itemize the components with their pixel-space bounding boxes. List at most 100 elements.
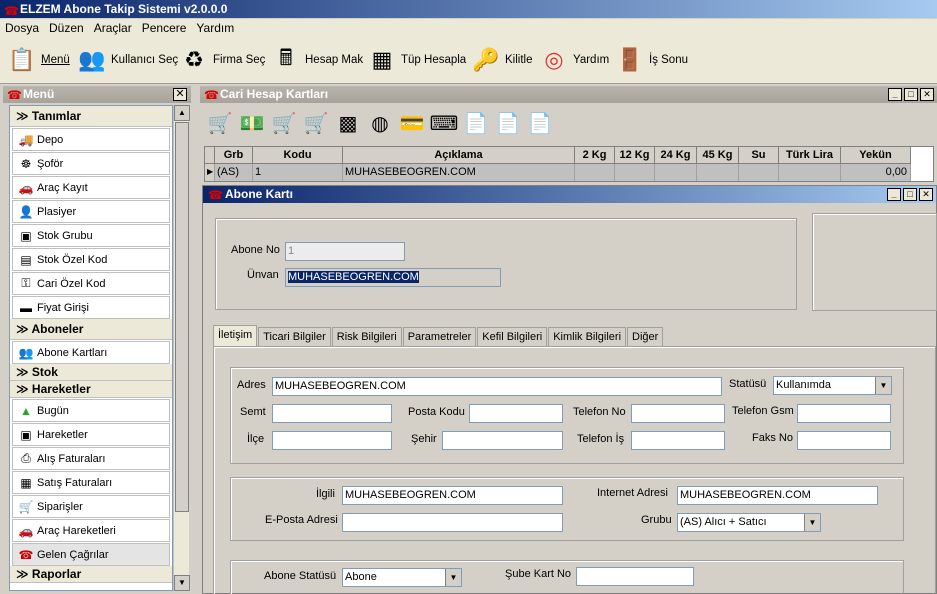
tab-kimlik-bilgileri[interactable]: Kimlik Bilgileri [548,327,627,346]
hesap-mak-button[interactable]: 🖩 Hesap Mak [270,43,363,77]
semt-field[interactable] [272,404,392,423]
document-icon[interactable]: 📄 [524,106,556,140]
column-header[interactable]: Açıklama [343,147,575,164]
menu-araclar[interactable]: Araçlar [89,19,137,37]
internet-adresi-field[interactable]: MUHASEBEOGREN.COM [677,486,878,505]
coins-icon[interactable]: ◍ [364,106,396,140]
scroll-down-arrow-icon[interactable]: ▼ [174,575,190,591]
internet-adresi-label: Internet Adresi [597,487,668,499]
sidebar-item-stok-ozel-kod[interactable]: ▤ Stok Özel Kod [12,248,170,271]
money-icon[interactable]: 💵 [236,106,268,140]
tab-diger[interactable]: Diğer [627,327,664,346]
telefon-is-field[interactable] [631,431,725,450]
sehir-field[interactable] [442,431,563,450]
ilgili-field[interactable]: MUHASEBEOGREN.COM [342,486,563,505]
column-header[interactable]: Grb [215,147,253,164]
menu-yardim[interactable]: Yardım [191,19,239,37]
credit-card-icon[interactable]: 💳 [396,106,428,140]
sidebar-item-sofor[interactable]: ☸ Şoför [12,152,170,175]
group-tanimlar[interactable]: ≫ Tanımlar [10,106,172,127]
scroll-up-arrow-icon[interactable]: ▲ [174,105,190,121]
menu-scrollbar[interactable]: ▲ ▼ [173,105,190,591]
sidebar-item-cari-ozel-kod[interactable]: ⚿ Cari Özel Kod [12,272,170,295]
abone-statusu-select[interactable]: Abone ▼ [342,568,462,587]
tab-parametreler[interactable]: Parametreler [402,327,477,346]
photo-frame[interactable] [812,213,937,311]
tab-risk-bilgileri[interactable]: Risk Bilgileri [331,327,402,346]
column-header[interactable]: Kodu [253,147,343,164]
sidebar-item-plasiyer[interactable]: 👤 Plasiyer [12,200,170,223]
scroll-thumb[interactable] [175,122,189,512]
sidebar-item-siparisler[interactable]: 🛒 Siparişler [12,495,170,518]
tab-kefil-bilgileri[interactable]: Kefil Bilgileri [477,327,548,346]
menu-button[interactable]: 📋 Menü [6,43,69,77]
group-hareketler[interactable]: ≫ Hareketler [10,381,172,398]
cash-register-icon[interactable]: ⌨ [428,106,460,140]
column-header[interactable]: 45 Kg [697,147,739,164]
column-header[interactable]: 12 Kg [615,147,655,164]
sidebar-item-arac-kayit[interactable]: 🚗 Araç Kayıt [12,176,170,199]
cart-check-icon[interactable]: 🛒 [300,106,332,140]
group-stok[interactable]: ≫ Stok [10,364,172,381]
maximize-icon[interactable]: □ [904,88,918,101]
sidebar-item-depo[interactable]: 🚚 Depo [12,128,170,151]
tab-iletisim[interactable]: İletişim [213,325,258,346]
column-header[interactable]: Yekün [841,147,911,164]
tab-ticari-bilgiler[interactable]: Ticari Bilgiler [258,327,331,346]
e-posta-field[interactable] [342,513,563,532]
stock-code-icon: ▤ [20,252,32,267]
sidebar-item-gelen-cagrilar[interactable]: ☎ Gelen Çağrılar [12,543,170,566]
sidebar-item-stok-grubu[interactable]: ▣ Stok Grubu [12,224,170,247]
sidebar-item-arac-hareketleri[interactable]: 🚗 Araç Hareketleri [12,519,170,542]
column-header[interactable]: Türk Lira [779,147,841,164]
person-key-icon: 🔑 [472,47,500,72]
sidebar-item-hareketler[interactable]: ▣ Hareketler [12,423,170,446]
firma-sec-button[interactable]: ♻ Firma Seç [178,43,265,77]
document-icon[interactable]: 📄 [460,106,492,140]
menu-pencere[interactable]: Pencere [137,19,192,37]
cart-add-icon[interactable]: 🛒 [204,106,236,140]
header-frame [215,218,797,310]
unvan-label: Ünvan [247,269,279,281]
abone-window-header: ☎ Abone Kartı _ □ ✕ [203,186,936,203]
column-header[interactable]: 24 Kg [655,147,697,164]
group-raporlar[interactable]: ≫ Raporlar [10,566,172,583]
safe-icon[interactable]: ▩ [332,106,364,140]
faks-no-field[interactable] [797,431,891,450]
minimize-icon[interactable]: _ [888,88,902,101]
sidebar-item-fiyat-girisi[interactable]: ▬ Fiyat Girişi [12,296,170,319]
menu-duzen[interactable]: Düzen [44,19,89,37]
grubu-select[interactable]: (AS) Alıcı + Satıcı ▼ [677,513,821,532]
kilitle-button[interactable]: 🔑 Kilitle [470,43,532,77]
sidebar-item-satis-faturalari[interactable]: ▦ Satış Faturaları [12,471,170,494]
sidebar-item-bugun[interactable]: ▲ Bugün [12,399,170,422]
statusu-select[interactable]: Kullanımda ▼ [773,376,892,395]
unvan-field[interactable]: MUHASEBEOGREN.COM [285,268,501,287]
group-aboneler[interactable]: ≫ Aboneler [10,319,172,340]
posta-kodu-field[interactable] [469,404,563,423]
close-icon[interactable]: ✕ [920,88,934,101]
document-icon[interactable]: 📄 [492,106,524,140]
minimize-icon[interactable]: _ [887,188,901,201]
abone-no-field[interactable]: 1 [285,242,405,261]
column-header[interactable]: 2 Kg [575,147,615,164]
table-row[interactable]: ▶ (AS) 1 MUHASEBEOGREN.COM 0,00 [205,164,933,181]
ilce-field[interactable] [272,431,392,450]
sube-kart-no-field[interactable] [576,567,694,586]
cart-down-icon[interactable]: 🛒 [268,106,300,140]
maximize-icon[interactable]: □ [903,188,917,201]
kullanici-sec-button[interactable]: 👥 Kullanıcı Seç [76,43,178,77]
is-sonu-button[interactable]: 🚪 İş Sonu [614,43,688,77]
telefon-gsm-field[interactable] [797,404,891,423]
close-icon[interactable]: ✕ [919,188,933,201]
adres-field[interactable]: MUHASEBEOGREN.COM [272,377,722,396]
column-header[interactable]: Su [739,147,779,164]
sidebar-item-abone-kartlari[interactable]: 👥 Abone Kartları [12,341,170,364]
sidebar-item-alis-faturalari[interactable]: ⎙ Alış Faturaları [12,447,170,470]
telefon-no-field[interactable] [631,404,725,423]
menu-panel-close-button[interactable]: ✕ [173,88,187,101]
menu-dosya[interactable]: Dosya [0,19,44,37]
yardim-button[interactable]: ◎ Yardım [538,43,609,77]
tup-hesapla-button[interactable]: ▦ Tüp Hesapla [366,43,467,77]
semt-label: Semt [240,406,266,418]
